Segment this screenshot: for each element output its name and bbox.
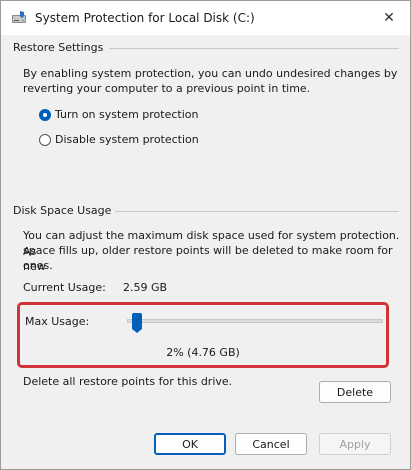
window-title: System Protection for Local Disk (C:) (35, 11, 255, 25)
disk-description-line3: ones. (23, 259, 53, 272)
close-button[interactable]: ✕ (376, 5, 402, 31)
apply-button: Apply (319, 433, 391, 455)
restore-settings-title: Restore Settings (13, 41, 108, 54)
disk-space-divider (105, 211, 399, 212)
current-usage-value: 2.59 GB (123, 281, 168, 294)
dialog-window: System Protection for Local Disk (C:) ✕ … (0, 0, 411, 470)
max-usage-slider-track[interactable] (127, 319, 383, 323)
disk-space-title: Disk Space Usage (13, 204, 116, 217)
restore-description-line2: reverting your computer to a previous po… (23, 82, 311, 95)
delete-button[interactable]: Delete (319, 381, 391, 403)
max-usage-value: 2% (4.76 GB) (166, 346, 240, 359)
max-usage-label: Max Usage: (25, 315, 90, 328)
title-bar[interactable]: System Protection for Local Disk (C:) ✕ (1, 1, 410, 35)
turn-on-protection-radio[interactable] (39, 109, 51, 121)
cancel-button[interactable]: Cancel (235, 433, 307, 455)
disable-protection-radio[interactable] (39, 134, 51, 146)
current-usage-label: Current Usage: (23, 281, 106, 294)
drive-shield-icon (12, 11, 26, 23)
delete-description: Delete all restore points for this drive… (23, 375, 233, 388)
disk-description-line2: space fills up, older restore points wil… (23, 244, 393, 273)
turn-on-protection-label[interactable]: Turn on system protection (55, 108, 198, 121)
restore-description-line1: By enabling system protection, you can u… (23, 67, 398, 80)
close-icon: ✕ (383, 10, 395, 26)
max-usage-slider-thumb[interactable] (131, 313, 142, 333)
ok-button[interactable]: OK (154, 433, 226, 455)
restore-settings-divider (109, 48, 399, 49)
disable-protection-label[interactable]: Disable system protection (55, 133, 199, 146)
